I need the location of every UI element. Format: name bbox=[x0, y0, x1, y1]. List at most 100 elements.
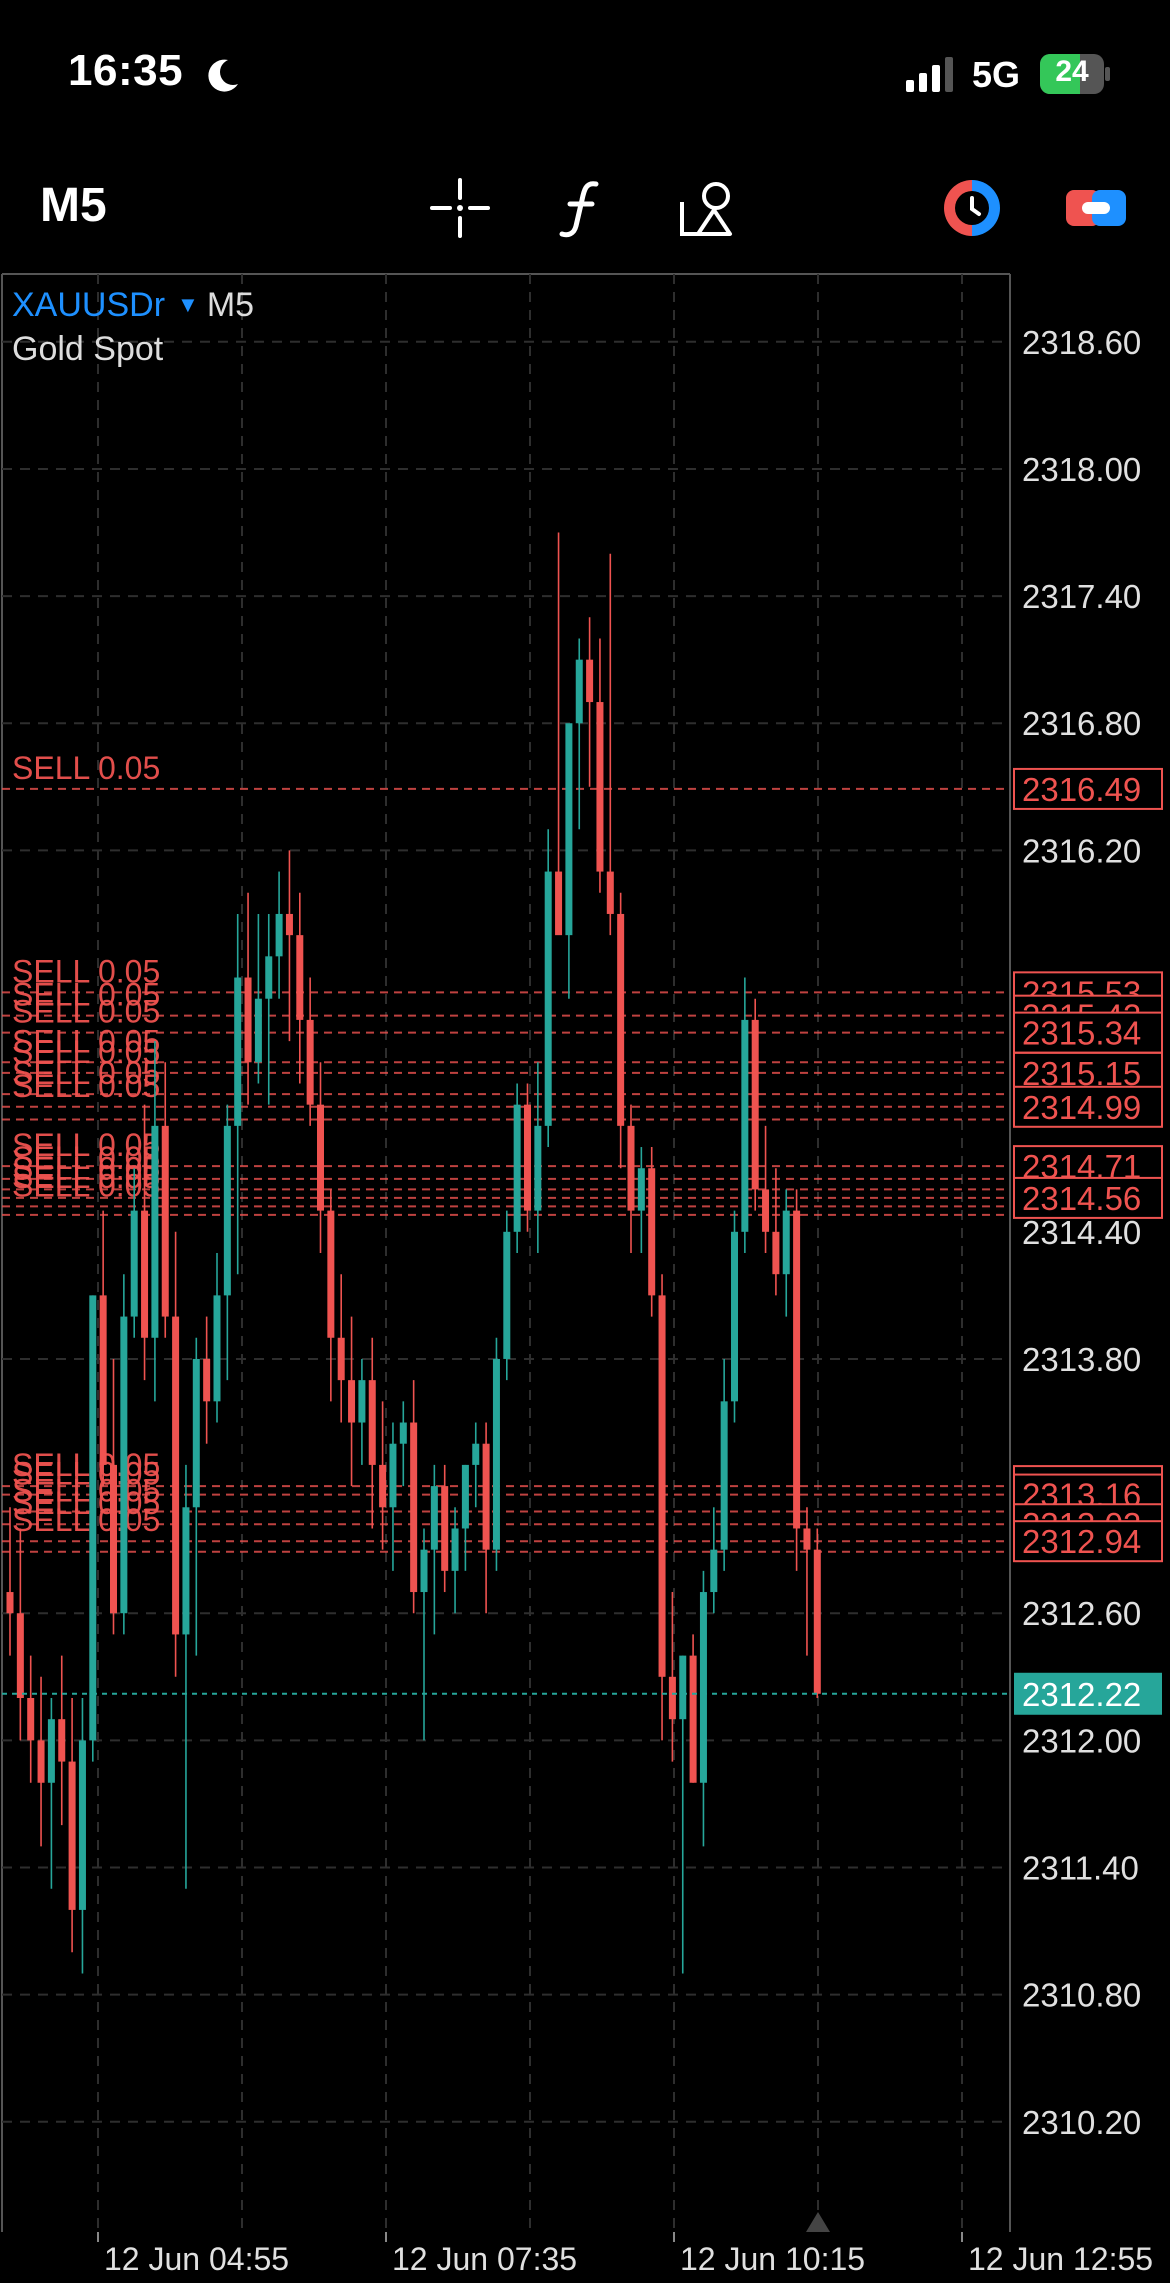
candle-body bbox=[503, 1231, 511, 1359]
candle-body bbox=[586, 659, 594, 703]
symbol-dropdown-icon[interactable]: ▼ bbox=[177, 292, 199, 317]
current-price-label: 2312.22 bbox=[1022, 1676, 1141, 1713]
candle-body bbox=[668, 1676, 676, 1720]
candle-body bbox=[254, 998, 262, 1063]
candle-body bbox=[161, 1125, 169, 1317]
candle-body bbox=[482, 1443, 490, 1550]
candle-body bbox=[472, 1443, 480, 1465]
x-tick-label: 12 Jun 04:55 bbox=[104, 2241, 289, 2277]
candle-body bbox=[78, 1740, 86, 1910]
candle-body bbox=[544, 871, 552, 1126]
sell-order-label: SELL 0.05 bbox=[12, 750, 160, 786]
candle-body bbox=[524, 1104, 531, 1211]
sell-price-badge-label: 2315.34 bbox=[1022, 1015, 1141, 1052]
candle-body bbox=[234, 977, 242, 1126]
scroll-marker-icon bbox=[806, 2212, 830, 2232]
candle-body bbox=[337, 1337, 345, 1381]
candle-body bbox=[430, 1486, 438, 1550]
candle-body bbox=[317, 1104, 324, 1211]
chart-screen: 16:35 5G 24 M5 SELL 0.05 SELL 0.05 SELL … bbox=[0, 0, 1170, 2283]
sell-order-label: SELL 0.05 bbox=[12, 1167, 160, 1203]
candle-body bbox=[637, 1168, 645, 1211]
y-tick-label: 2311.40 bbox=[1022, 1850, 1139, 1887]
sell-order-label: SELL 0.05 bbox=[12, 1068, 160, 1104]
candle-body bbox=[6, 1592, 14, 1614]
candle-body bbox=[813, 1549, 821, 1694]
candle-body bbox=[451, 1528, 459, 1571]
candle-body bbox=[751, 1019, 759, 1190]
candle-body bbox=[410, 1422, 418, 1593]
candle-body bbox=[627, 1125, 635, 1211]
x-tick-label: 12 Jun 07:35 bbox=[392, 2241, 577, 2277]
candle-body bbox=[731, 1231, 738, 1402]
sell-price-badge-label: 2312.94 bbox=[1022, 1523, 1141, 1560]
candle-body bbox=[172, 1316, 180, 1635]
candle-body bbox=[762, 1189, 770, 1232]
candle-body bbox=[244, 977, 252, 1063]
candle-body bbox=[275, 913, 283, 957]
y-tick-label: 2312.00 bbox=[1022, 1722, 1141, 1759]
candle-body bbox=[37, 1740, 45, 1783]
candle-body bbox=[689, 1655, 697, 1783]
y-tick-label: 2310.80 bbox=[1022, 1977, 1141, 2014]
candle-body bbox=[58, 1719, 66, 1762]
sell-price-badge-label: 2314.99 bbox=[1022, 1089, 1141, 1126]
candle-body bbox=[368, 1380, 376, 1465]
candle-body bbox=[47, 1719, 55, 1783]
sell-price-badge-label: 2316.49 bbox=[1022, 771, 1141, 808]
candle-body bbox=[358, 1380, 366, 1423]
candle-body bbox=[658, 1295, 666, 1677]
symbol-description: Gold Spot bbox=[12, 330, 164, 368]
y-tick-label: 2318.00 bbox=[1022, 451, 1141, 488]
candle-body bbox=[793, 1210, 801, 1529]
candle-body bbox=[16, 1613, 24, 1698]
candle-body bbox=[782, 1210, 790, 1275]
price-chart[interactable]: SELL 0.05SELL 0.05SELL 0.05SELL 0.05SELL… bbox=[0, 0, 1170, 2283]
candle-body bbox=[699, 1592, 707, 1783]
candle-body bbox=[679, 1655, 687, 1720]
candle-body bbox=[348, 1380, 356, 1423]
candle-body bbox=[710, 1549, 718, 1593]
candle-body bbox=[203, 1358, 211, 1402]
candle-body bbox=[306, 1019, 314, 1105]
candle-body bbox=[534, 1125, 542, 1211]
candle-body bbox=[741, 1019, 749, 1232]
y-tick-label: 2316.20 bbox=[1022, 832, 1141, 869]
symbol-name[interactable]: XAUUSDr bbox=[12, 286, 165, 324]
candle-body bbox=[141, 1210, 149, 1338]
candle-body bbox=[110, 1464, 117, 1614]
candle-body bbox=[379, 1464, 387, 1508]
x-tick-label: 12 Jun 12:55 bbox=[968, 2241, 1153, 2277]
candle-body bbox=[327, 1210, 335, 1338]
candle-body bbox=[420, 1549, 428, 1593]
candle-body bbox=[223, 1125, 231, 1296]
candle-body bbox=[151, 1125, 159, 1338]
sell-price-badge-label: 2314.56 bbox=[1022, 1180, 1141, 1217]
symbol-header[interactable]: XAUUSDr ▼ M5 bbox=[12, 286, 254, 325]
candle-body bbox=[720, 1401, 728, 1550]
candle-body bbox=[772, 1231, 780, 1275]
candle-body bbox=[130, 1210, 138, 1317]
candle-body bbox=[99, 1295, 107, 1465]
x-tick-label: 12 Jun 10:15 bbox=[680, 2241, 865, 2277]
candle-body bbox=[575, 659, 583, 724]
candle-body bbox=[399, 1422, 407, 1444]
candle-body bbox=[389, 1443, 397, 1508]
candle-body bbox=[441, 1486, 449, 1571]
candle-body bbox=[285, 913, 293, 936]
y-tick-label: 2318.60 bbox=[1022, 324, 1141, 361]
candle-body bbox=[565, 723, 573, 936]
candle-body bbox=[606, 871, 614, 914]
candle-body bbox=[27, 1698, 35, 1741]
y-tick-label: 2317.40 bbox=[1022, 578, 1141, 615]
candle-body bbox=[182, 1507, 190, 1635]
y-tick-label-hidden: 2314.40 bbox=[1022, 1214, 1141, 1251]
candle-body bbox=[803, 1528, 811, 1550]
candle-body bbox=[265, 956, 273, 999]
candle-body bbox=[461, 1464, 469, 1529]
candle-body bbox=[213, 1295, 221, 1402]
candle-body bbox=[513, 1104, 521, 1232]
candle-body bbox=[68, 1761, 76, 1910]
y-tick-label: 2310.20 bbox=[1022, 2104, 1141, 2141]
y-tick-label: 2316.80 bbox=[1022, 705, 1141, 742]
